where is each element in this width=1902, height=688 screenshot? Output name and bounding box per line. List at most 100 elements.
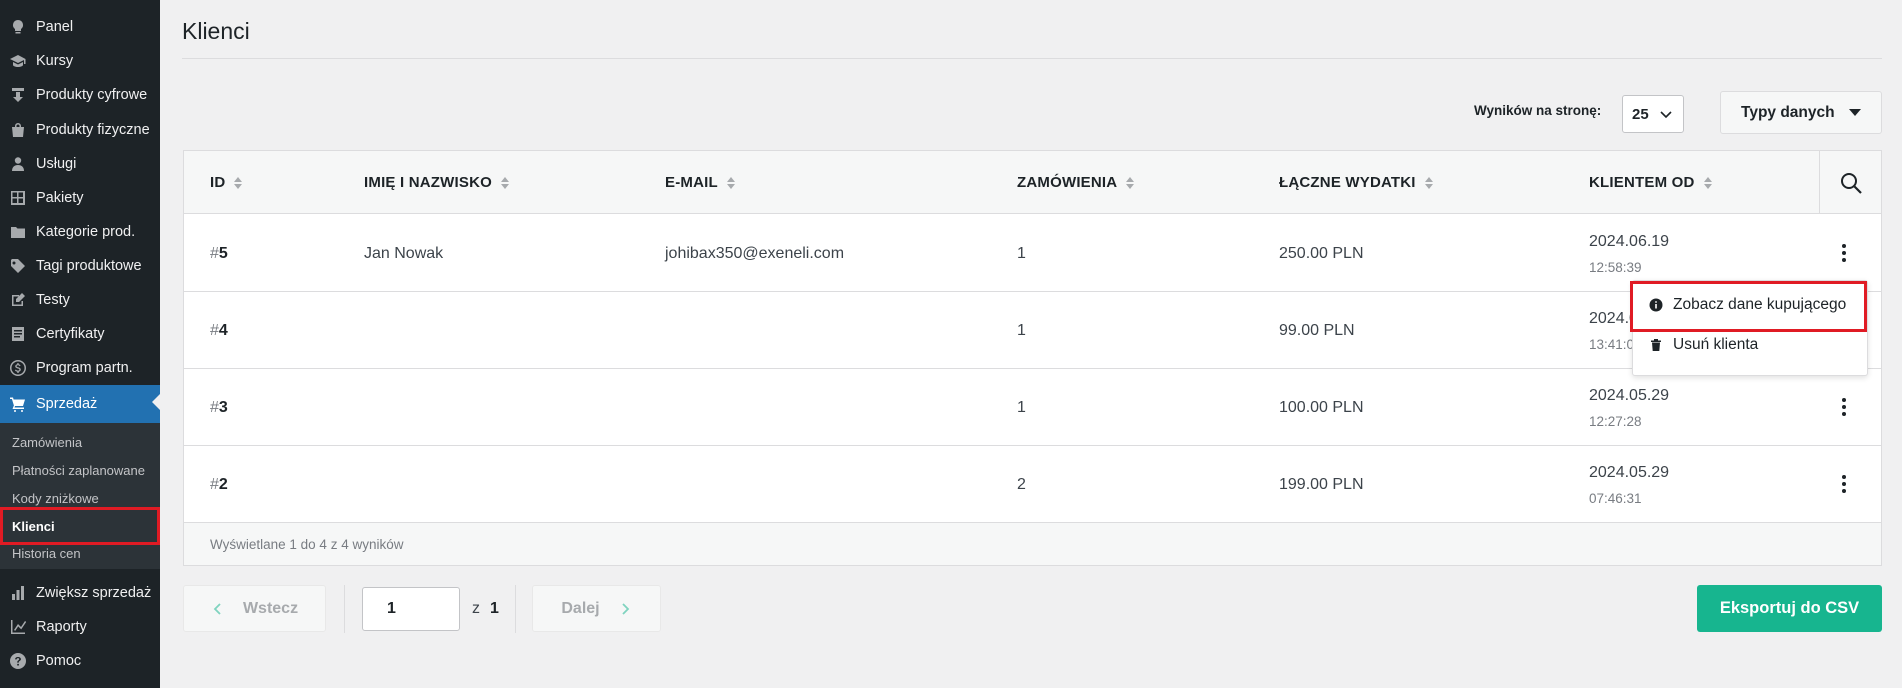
cell-name: Jan Nowak <box>364 244 444 262</box>
cell-id: #4 <box>210 321 228 339</box>
submenu-item-zamowienia[interactable]: Zamówienia <box>12 433 82 453</box>
cell-orders: 1 <box>1017 244 1026 262</box>
sidebar-item-panel[interactable]: Panel <box>0 10 160 44</box>
sidebar-item-label: Pomoc <box>36 653 82 669</box>
page-of-label: z <box>472 600 480 617</box>
cell-id: #2 <box>210 475 228 493</box>
page-title: Klienci <box>182 18 250 44</box>
sidebar-item-certyfikaty[interactable]: Certyfikaty <box>0 317 160 351</box>
data-types-label: Typy danych <box>1741 103 1835 121</box>
per-page-label: Wyników na stronę: <box>1474 103 1602 118</box>
admin-sidebar: Panel Kursy Produkty cyfrowe Produkty fi… <box>0 0 160 688</box>
grid-icon <box>0 190 36 206</box>
row-actions-icon[interactable] <box>1834 395 1854 419</box>
per-page-select[interactable]: 25 <box>1622 95 1684 133</box>
table-footer: Wyświetlane 1 do 4 z 4 wyników <box>184 523 1881 565</box>
sales-submenu: Zamówienia Płatności zaplanowane Kody zn… <box>0 423 160 569</box>
sort-icon <box>726 176 735 189</box>
column-header-client-since[interactable]: Klientem od <box>1589 151 1712 214</box>
chevron-left-icon <box>213 602 221 615</box>
sidebar-item-pomoc[interactable]: Pomoc <box>0 644 160 678</box>
chevron-right-icon <box>621 602 629 615</box>
title-divider <box>182 58 1882 59</box>
column-header-orders[interactable]: Zamówienia <box>1017 151 1135 214</box>
sidebar-item-label: Produkty fizyczne <box>36 122 150 138</box>
cart-icon <box>0 396 36 412</box>
sidebar-item-label: Kursy <box>36 53 74 69</box>
table-search-button[interactable] <box>1819 151 1881 214</box>
sidebar-item-label: Sprzedaż <box>36 396 98 412</box>
prev-page-button[interactable]: Wstecz <box>183 585 326 632</box>
page-total: 1 <box>490 600 499 617</box>
sort-icon <box>234 176 243 189</box>
download-icon <box>0 87 36 103</box>
sidebar-item-raporty[interactable]: Raporty <box>0 610 160 644</box>
table-row[interactable]: #3 1 100.00 PLN 2024.05.29 12:27:28 <box>184 369 1881 446</box>
delete-client-menu-item[interactable]: Usuń klienta <box>1649 336 1758 354</box>
submenu-item-historia[interactable]: Historia cen <box>12 544 81 564</box>
sidebar-item-pakiety[interactable]: Pakiety <box>0 181 160 215</box>
export-csv-button[interactable]: Eksportuj do CSV <box>1697 585 1882 632</box>
dollar-icon <box>0 360 36 376</box>
sidebar-item-label: Testy <box>36 292 70 308</box>
sidebar-item-produkty-cyfrowe[interactable]: Produkty cyfrowe <box>0 78 160 112</box>
graduation-cap-icon <box>0 53 36 69</box>
table-header: ID Imię i nazwisko E-mail Zamówienia Łąc… <box>184 151 1881 214</box>
document-icon <box>0 326 36 342</box>
cell-time: 12:58:39 <box>1589 259 1642 275</box>
sidebar-item-label: Program partn. <box>36 360 133 376</box>
row-actions-icon[interactable] <box>1834 472 1854 496</box>
table-row[interactable]: #2 2 199.00 PLN 2024.05.29 07:46:31 <box>184 446 1881 523</box>
sort-icon <box>1126 176 1135 189</box>
caret-down-icon <box>1849 109 1861 116</box>
sidebar-item-sprzedaz[interactable]: Sprzedaż <box>0 385 160 423</box>
line-chart-icon <box>0 619 36 635</box>
sidebar-item-label: Produkty cyfrowe <box>36 87 148 103</box>
view-buyer-highlight-box <box>1630 281 1867 332</box>
sidebar-item-label: Panel <box>36 19 74 35</box>
sidebar-item-tagi[interactable]: Tagi produktowe <box>0 249 160 283</box>
sidebar-item-testy[interactable]: Testy <box>0 283 160 317</box>
edit-icon <box>0 292 36 308</box>
cell-spend: 100.00 PLN <box>1279 398 1364 416</box>
cell-time: 13:41:0 <box>1589 336 1635 352</box>
table-row[interactable]: #5 Jan Nowak johibax350@exeneli.com 1 25… <box>184 215 1881 292</box>
page-number-input[interactable] <box>362 587 460 631</box>
sort-icon <box>1703 176 1712 189</box>
submenu-item-platnosci[interactable]: Płatności zaplanowane <box>12 461 145 481</box>
chevron-down-icon <box>1660 111 1672 119</box>
klienci-highlight-box <box>0 507 160 545</box>
clients-table: ID Imię i nazwisko E-mail Zamówienia Łąc… <box>183 150 1882 566</box>
sidebar-item-produkty-fizyczne[interactable]: Produkty fizyczne <box>0 113 160 147</box>
cell-time: 12:27:28 <box>1589 413 1642 429</box>
cell-id: #5 <box>210 244 228 262</box>
cell-email: johibax350@exeneli.com <box>665 244 845 262</box>
cell-spend: 250.00 PLN <box>1279 244 1364 262</box>
cell-time: 07:46:31 <box>1589 490 1642 506</box>
bag-icon <box>0 122 36 138</box>
pagination-divider <box>515 585 516 633</box>
sidebar-item-zwieksz[interactable]: Zwiększ sprzedaż <box>0 576 160 610</box>
column-header-spend[interactable]: Łączne wydatki <box>1279 151 1433 214</box>
lightbulb-icon <box>0 19 36 35</box>
sidebar-item-kategorie[interactable]: Kategorie prod. <box>0 215 160 249</box>
sidebar-item-label: Pakiety <box>36 190 84 206</box>
cell-orders: 2 <box>1017 475 1026 493</box>
sidebar-item-label: Certyfikaty <box>36 326 105 342</box>
cell-date: 2024.05.29 <box>1589 463 1670 481</box>
sidebar-item-uslugi[interactable]: Usługi <box>0 147 160 181</box>
search-icon <box>1840 172 1862 194</box>
column-header-email[interactable]: E-mail <box>665 151 735 214</box>
column-header-name[interactable]: Imię i nazwisko <box>364 151 509 214</box>
per-page-value: 25 <box>1632 105 1649 123</box>
sidebar-item-kursy[interactable]: Kursy <box>0 44 160 78</box>
data-types-button[interactable]: Typy danych <box>1720 91 1882 134</box>
column-header-id[interactable]: ID <box>210 151 243 214</box>
table-row[interactable]: #4 1 99.00 PLN 2024.0 13:41:0 <box>184 292 1881 369</box>
next-page-button[interactable]: Dalej <box>532 585 661 632</box>
cell-spend: 199.00 PLN <box>1279 475 1364 493</box>
row-actions-icon[interactable] <box>1834 241 1854 265</box>
sidebar-item-program-partn[interactable]: Program partn. <box>0 351 160 385</box>
user-icon <box>0 156 36 172</box>
submenu-item-kody[interactable]: Kody zniżkowe <box>12 489 99 509</box>
